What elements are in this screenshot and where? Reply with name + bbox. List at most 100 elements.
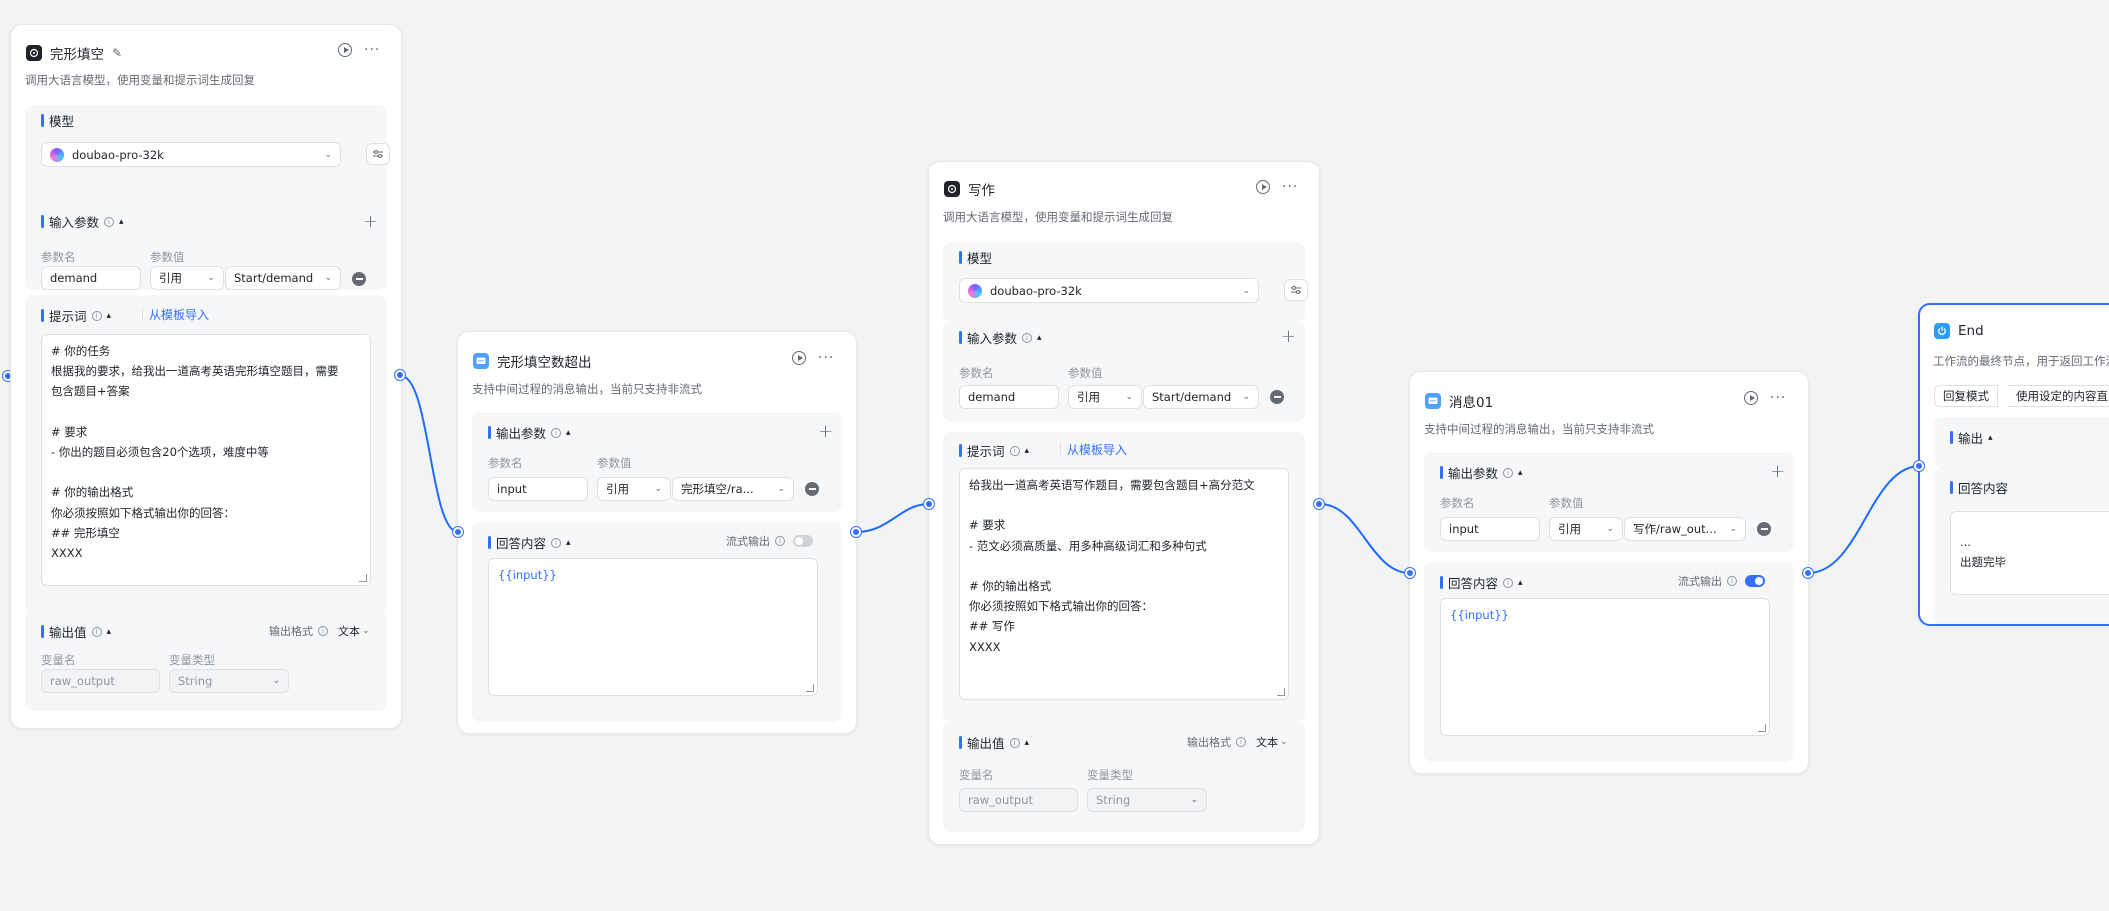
var-type-select[interactable]: String ⌄ [169, 669, 289, 693]
collapse-icon[interactable]: ▴ [1988, 433, 1993, 443]
node-desc: 支持中间过程的消息输出，当前只支持非流式 [472, 382, 702, 396]
ref-value-select[interactable]: 完形填空/ra... ⌄ [672, 477, 794, 501]
output-format-select[interactable]: 文本 [338, 623, 360, 639]
resize-handle[interactable] [806, 684, 814, 692]
prompt-title: 提示词 i ▴ [959, 441, 1029, 460]
param-name-input[interactable]: demand [959, 385, 1059, 409]
collapse-icon[interactable]: ▴ [566, 428, 571, 438]
resize-handle[interactable] [1277, 688, 1285, 696]
add-param-icon[interactable]: + [1770, 463, 1785, 481]
param-name-input[interactable]: input [488, 477, 588, 501]
run-icon[interactable] [338, 43, 352, 57]
model-logo-icon [968, 283, 982, 298]
answer-section: 回答内容 i ▴ 流式输出 i {{input}} [1424, 562, 1794, 762]
answer-textarea[interactable]: {{input}} [1440, 598, 1770, 736]
collapse-icon[interactable]: ▴ [107, 311, 112, 321]
answer-section: 回答内容 i ▴ 流式输出 i {{input}} [472, 522, 842, 722]
model-settings-icon[interactable] [1284, 279, 1308, 301]
more-icon[interactable]: ··· [818, 351, 834, 365]
ref-value-select[interactable]: 写作/raw_out... ⌄ [1624, 517, 1746, 541]
model-settings-icon[interactable] [366, 143, 390, 165]
prompt-textarea[interactable]: # 你的任务 根据我的要求，给我出一道高考英语完形填空题目，需要 包含题目+答案… [41, 334, 371, 586]
model-section: 模型 doubao-pro-32k ⌄ [25, 105, 390, 200]
tab-reply-mode[interactable]: 回复模式 [1934, 385, 1998, 407]
node-writing[interactable]: 写作 ··· 调用大语言模型，使用变量和提示词生成回复 模型 doubao-pr… [928, 161, 1320, 845]
collapse-icon[interactable]: ▴ [1518, 578, 1523, 588]
stream-output: 流式输出 i [726, 533, 813, 549]
more-icon[interactable]: ··· [1770, 391, 1786, 405]
resize-handle[interactable] [359, 574, 367, 582]
writing-input-port[interactable] [924, 499, 934, 509]
more-icon[interactable]: ··· [364, 43, 380, 57]
ref-type-select[interactable]: 引用 ⌄ [150, 266, 224, 290]
node-end[interactable]: End 工作流的最终节点，用于返回工作流 回复模式 使用设定的内容直 输出 ▴ 回… [1918, 303, 2109, 626]
cloze-msg-output-port[interactable] [851, 527, 861, 537]
chevron-down-icon: ⌄ [324, 149, 332, 160]
var-name-label: 变量名 [959, 768, 994, 782]
node-title-text: 写作 [968, 183, 995, 199]
node-message01[interactable]: 消息01 ··· 支持中间过程的消息输出，当前只支持非流式 输出参数 i ▴ + 参… [1409, 371, 1809, 774]
output-title: 输出 ▴ [1950, 428, 1993, 447]
prompt-textarea[interactable]: 给我出一道高考英语写作题目，需要包含题目+高分范文 # 要求 - 范文必须高质量… [959, 468, 1289, 700]
ref-type-select[interactable]: 引用 ⌄ [1549, 517, 1623, 541]
param-name-label: 参数名 [1440, 496, 1475, 510]
import-template-link[interactable]: 从模板导入 [149, 306, 209, 323]
stream-toggle[interactable] [793, 535, 813, 547]
ref-value-select[interactable]: Start/demand ⌄ [1143, 385, 1259, 409]
var-name-input[interactable]: raw_output [41, 669, 160, 693]
var-name-input[interactable]: raw_output [959, 788, 1078, 812]
workflow-canvas[interactable]: 完形填空 ✎ ··· 调用大语言模型，使用变量和提示词生成回复 模型 douba… [0, 0, 2109, 911]
param-value-label: 参数值 [1549, 496, 1584, 510]
param-value-label: 参数值 [150, 250, 185, 264]
model-select[interactable]: doubao-pro-32k ⌄ [959, 278, 1259, 303]
param-name-input[interactable]: demand [41, 266, 141, 290]
add-param-icon[interactable]: + [1281, 328, 1296, 346]
stream-toggle[interactable] [1745, 575, 1765, 587]
param-name-input[interactable]: input [1440, 517, 1540, 541]
message01-input-port[interactable] [1405, 568, 1415, 578]
import-template-link[interactable]: 从模板导入 [1067, 441, 1127, 458]
node-desc: 支持中间过程的消息输出，当前只支持非流式 [1424, 422, 1654, 436]
ref-type-select[interactable]: 引用 ⌄ [597, 477, 671, 501]
edit-icon[interactable]: ✎ [112, 46, 122, 60]
collapse-icon[interactable]: ▴ [1037, 333, 1042, 343]
ref-value-select[interactable]: Start/demand ⌄ [225, 266, 341, 290]
answer-textarea[interactable]: ... 出题完毕 [1950, 511, 2109, 595]
var-name-label: 变量名 [41, 653, 76, 667]
node-cloze[interactable]: 完形填空 ✎ ··· 调用大语言模型，使用变量和提示词生成回复 模型 douba… [10, 24, 402, 729]
collapse-icon[interactable]: ▴ [107, 627, 112, 637]
run-icon[interactable] [792, 351, 806, 365]
run-icon[interactable] [1256, 180, 1270, 194]
cloze-msg-input-port[interactable] [453, 527, 463, 537]
node-desc: 工作流的最终节点，用于返回工作流 [1933, 354, 2109, 368]
node-actions: ··· [1256, 180, 1298, 194]
remove-param-icon[interactable] [1270, 390, 1284, 404]
add-param-icon[interactable]: + [818, 423, 833, 441]
cloze-output-port[interactable] [395, 370, 405, 380]
collapse-icon[interactable]: ▴ [1025, 446, 1030, 456]
node-cloze-message[interactable]: 完形填空数超出 ··· 支持中间过程的消息输出，当前只支持非流式 输出参数 i ▴ … [457, 331, 857, 734]
stream-output: 流式输出 i [1678, 573, 1765, 589]
model-select[interactable]: doubao-pro-32k ⌄ [41, 142, 341, 167]
run-icon[interactable] [1744, 391, 1758, 405]
end-input-port[interactable] [1914, 461, 1924, 471]
collapse-icon[interactable]: ▴ [1025, 738, 1030, 748]
add-param-icon[interactable]: + [363, 213, 378, 231]
collapse-icon[interactable]: ▴ [119, 217, 124, 227]
collapse-icon[interactable]: ▴ [566, 538, 571, 548]
message01-output-port[interactable] [1803, 568, 1813, 578]
output-format: 输出格式 i 文本 ⌄ [1187, 734, 1288, 750]
remove-param-icon[interactable] [352, 272, 366, 286]
writing-output-port[interactable] [1314, 499, 1324, 509]
ref-type-select[interactable]: 引用 ⌄ [1068, 385, 1142, 409]
remove-param-icon[interactable] [1757, 522, 1771, 536]
answer-textarea[interactable]: {{input}} [488, 558, 818, 696]
more-icon[interactable]: ··· [1282, 180, 1298, 194]
remove-param-icon[interactable] [805, 482, 819, 496]
collapse-icon[interactable]: ▴ [1518, 468, 1523, 478]
var-type-select[interactable]: String ⌄ [1087, 788, 1207, 812]
resize-handle[interactable] [1758, 724, 1766, 732]
param-name-label: 参数名 [959, 366, 994, 380]
tab-custom-content[interactable]: 使用设定的内容直 [2008, 385, 2109, 407]
output-format-select[interactable]: 文本 [1256, 734, 1278, 750]
